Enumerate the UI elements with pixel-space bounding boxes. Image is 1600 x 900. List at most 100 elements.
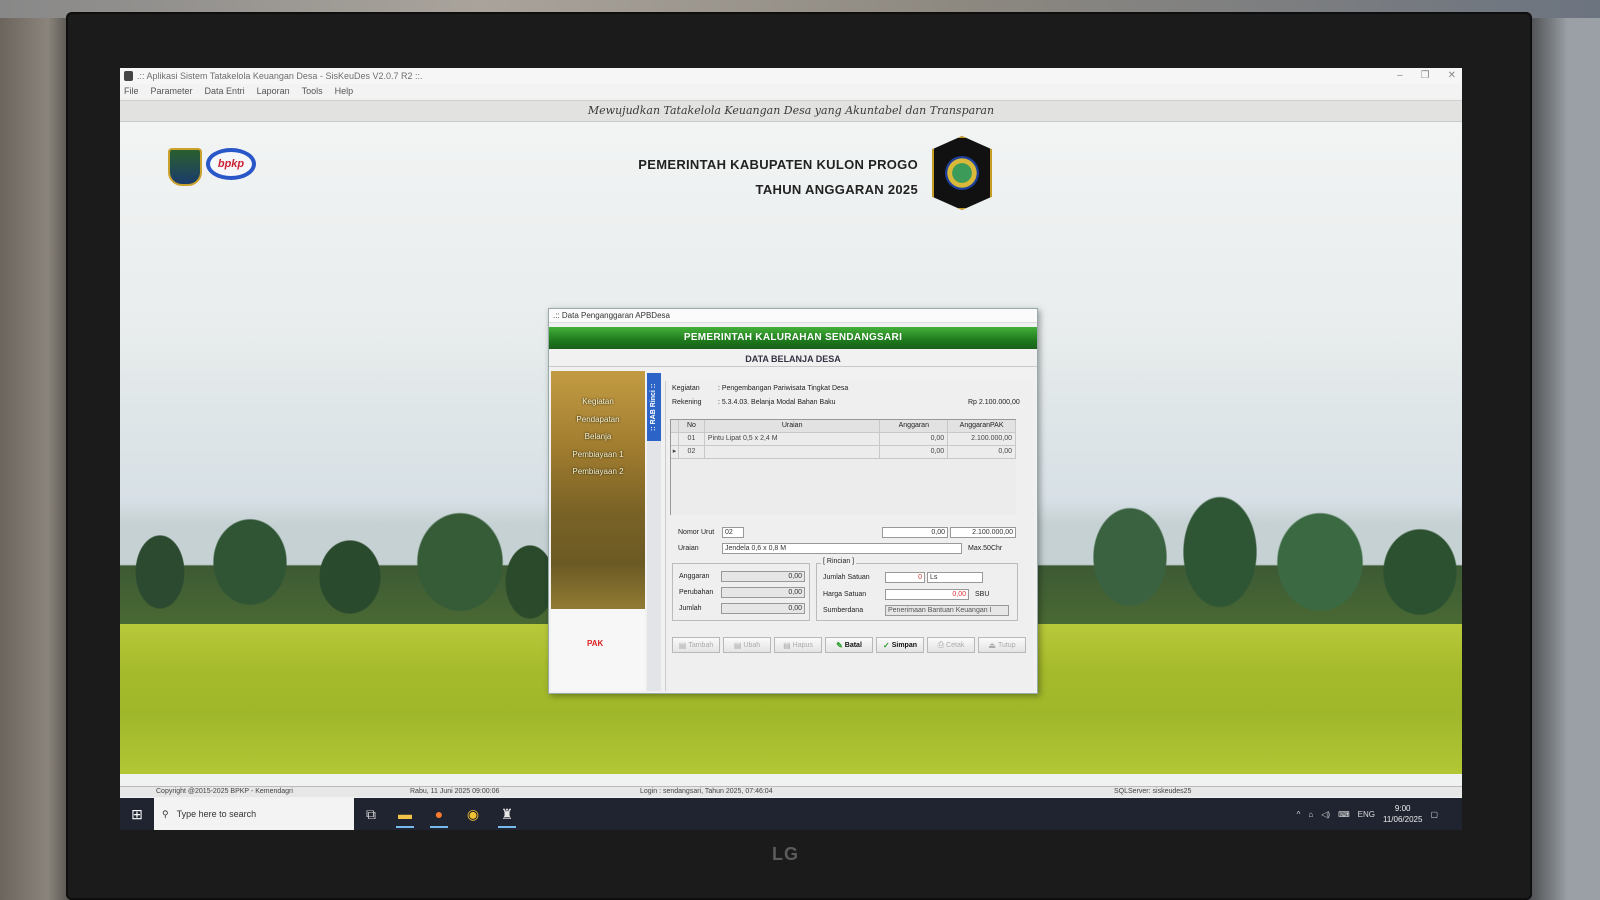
cancel-icon: ✎	[836, 640, 843, 650]
search-icon: ⚲	[162, 808, 169, 819]
clock-date: 11/06/2025	[1382, 815, 1423, 824]
window-controls: – ❐ ✕	[1397, 68, 1456, 84]
menu-tools[interactable]: Tools	[302, 86, 323, 96]
header-line-2: TAHUN ANGGARAN 2025	[755, 182, 918, 197]
side-item-kegiatan[interactable]: Kegiatan	[551, 393, 645, 411]
kegiatan-label: Kegiatan	[672, 385, 700, 392]
grid-col-no[interactable]: No	[679, 420, 705, 432]
menu-bar: File Parameter Data Entri Laporan Tools …	[120, 84, 1462, 98]
siskeudes-app-icon[interactable]: ♜	[490, 798, 524, 830]
menu-parameter[interactable]: Parameter	[151, 86, 193, 96]
batal-button[interactable]: ✎ Batal	[825, 637, 873, 653]
monitor-brand-logo: LG	[772, 844, 799, 864]
rekening-row: Rekening : 5.3.4.03. Belanja Modal Bahan…	[672, 399, 835, 406]
chrome-icon[interactable]: ◉	[456, 798, 490, 830]
minimize-button[interactable]: –	[1397, 68, 1403, 84]
file-explorer-icon[interactable]: ▬	[388, 798, 422, 830]
volume-icon[interactable]: ◁)	[1321, 810, 1330, 819]
add-icon: ▤	[678, 640, 687, 650]
app-title: .:: Aplikasi Sistem Tatakelola Keuangan …	[137, 71, 423, 81]
windows-start-icon[interactable]: ⊞	[120, 798, 154, 830]
menu-data-entri[interactable]: Data Entri	[205, 86, 245, 96]
menu-laporan[interactable]: Laporan	[257, 86, 290, 96]
cetak-button[interactable]: ⎙ Cetak	[927, 637, 975, 653]
sumberdana-select[interactable]: Penerimaan Bantuan Keuangan I	[885, 605, 1009, 616]
delete-icon: ▤	[783, 640, 791, 650]
taskbar-search[interactable]: ⚲ Type here to search	[154, 798, 354, 830]
side-item-pembiayaan-2[interactable]: Pembiayaan 2	[551, 463, 645, 481]
header-title: PEMERINTAH KABUPATEN KULON PROGO TAHUN A…	[638, 152, 918, 202]
cetak-label: Cetak	[946, 641, 965, 649]
search-placeholder: Type here to search	[176, 809, 257, 819]
perubahan-label: Perubahan	[679, 589, 714, 596]
satuan-field[interactable]: Ls	[927, 572, 983, 583]
notification-icon[interactable]: ▢	[1430, 810, 1438, 819]
cell-no: 01	[679, 433, 705, 445]
rab-rinci-tab[interactable]: :: RAB Rinci ::	[647, 373, 661, 441]
side-panel-footer	[551, 609, 645, 691]
simpan-button[interactable]: ✓ Simpan	[876, 637, 924, 653]
network-icon[interactable]: ⌂	[1308, 810, 1313, 819]
tray-chevron-up-icon[interactable]: ^	[1297, 810, 1301, 819]
table-row[interactable]: 01 Pintu Lipat 0,5 x 2,4 M 0,00 2.100.00…	[671, 433, 1017, 446]
nomor-urut-pak: 2.100.000,00	[950, 527, 1016, 538]
status-login: Login : sendangsari, Tahun 2025, 07:46:0…	[640, 788, 773, 795]
tutup-label: Tutup	[997, 641, 1016, 649]
uraian-field[interactable]: Jendela 0,6 x 0,8 M	[722, 543, 962, 554]
side-item-pembiayaan-1[interactable]: Pembiayaan 1	[551, 446, 645, 464]
status-date: Rabu, 11 Juni 2025 09:00:06	[410, 788, 500, 795]
ubah-button[interactable]: ▤ Ubah	[723, 637, 771, 653]
jumlah-satuan-field[interactable]: 0	[885, 572, 925, 583]
dialog-subtitle: DATA BELANJA DESA	[549, 351, 1037, 367]
total-amount: Rp 2.100.000,00	[968, 399, 1020, 406]
rab-strip	[647, 441, 661, 691]
task-view-icon[interactable]: ⧉	[354, 798, 388, 830]
hapus-button[interactable]: ▤ Hapus	[774, 637, 822, 653]
maximize-button[interactable]: ❐	[1421, 68, 1430, 84]
side-item-pendapatan[interactable]: Pendapatan	[551, 411, 645, 429]
status-server: SQLServer: siskeudes25	[1114, 788, 1192, 795]
grid-col-anggaran-pak[interactable]: AnggaranPAK	[948, 420, 1017, 432]
close-button[interactable]: ✕	[1448, 68, 1456, 84]
desktop-background: bpkp PEMERINTAH KABUPATEN KULON PROGO TA…	[120, 122, 1462, 774]
jumlah-satuan-label: Jumlah Satuan	[823, 574, 870, 581]
menu-help[interactable]: Help	[335, 86, 354, 96]
keyboard-icon[interactable]: ⌨	[1338, 810, 1350, 819]
firefox-icon[interactable]: ●	[422, 798, 456, 830]
grid-col-uraian[interactable]: Uraian	[705, 420, 881, 432]
checkmark-icon: ✓	[883, 640, 890, 650]
nomor-urut-field[interactable]: 02	[722, 527, 744, 538]
cell-anggaran-pak: 2.100.000,00	[948, 433, 1017, 445]
ubah-label: Ubah	[743, 641, 761, 649]
dialog-title: .:: Data Penganggaran APBDesa	[549, 309, 1037, 323]
language-indicator[interactable]: ENG	[1358, 810, 1375, 819]
grid-col-anggaran[interactable]: Anggaran	[880, 420, 949, 432]
anggaran-field: 0,00	[721, 571, 805, 582]
taskbar-clock[interactable]: 9:00 11/06/2025	[1383, 803, 1422, 825]
tutup-button[interactable]: ⏏ Tutup	[978, 637, 1026, 653]
rincian-title: [ Rincian ]	[821, 558, 857, 565]
kegiatan-row: Kegiatan : Pengembangan Pariwisata Tingk…	[672, 385, 848, 392]
side-item-belanja[interactable]: Belanja	[551, 428, 645, 446]
kemendagri-logo	[168, 148, 202, 186]
anggaran-group: Anggaran 0,00 Perubahan 0,00 Jumlah 0,00	[672, 563, 810, 621]
menu-file[interactable]: File	[124, 86, 139, 96]
jumlah-label: Jumlah	[679, 605, 702, 612]
row-indicator	[671, 433, 679, 445]
tambah-button[interactable]: ▤ Tambah	[672, 637, 720, 653]
harga-satuan-field[interactable]: 0,00	[885, 589, 969, 600]
cell-anggaran: 0,00	[880, 446, 949, 458]
side-menu: Kegiatan Pendapatan Belanja Pembiayaan 1…	[551, 371, 645, 481]
header-line-1: PEMERINTAH KABUPATEN KULON PROGO	[638, 157, 918, 172]
hapus-label: Hapus	[792, 641, 813, 649]
pak-label[interactable]: PAK	[587, 639, 603, 648]
dialog-banner: PEMERINTAH KALURAHAN SENDANGSARI	[549, 327, 1037, 349]
tambah-label: Tambah	[688, 641, 714, 649]
bpkp-logo: bpkp	[206, 148, 256, 180]
perubahan-field: 0,00	[721, 587, 805, 598]
table-row[interactable]: ▸ 02 0,00 0,00	[671, 446, 1017, 459]
simpan-label: Simpan	[891, 641, 917, 649]
harga-satuan-label: Harga Satuan	[823, 591, 867, 598]
sbu-label[interactable]: SBU	[975, 591, 989, 598]
grid-header: No Uraian Anggaran AnggaranPAK	[671, 420, 1017, 433]
